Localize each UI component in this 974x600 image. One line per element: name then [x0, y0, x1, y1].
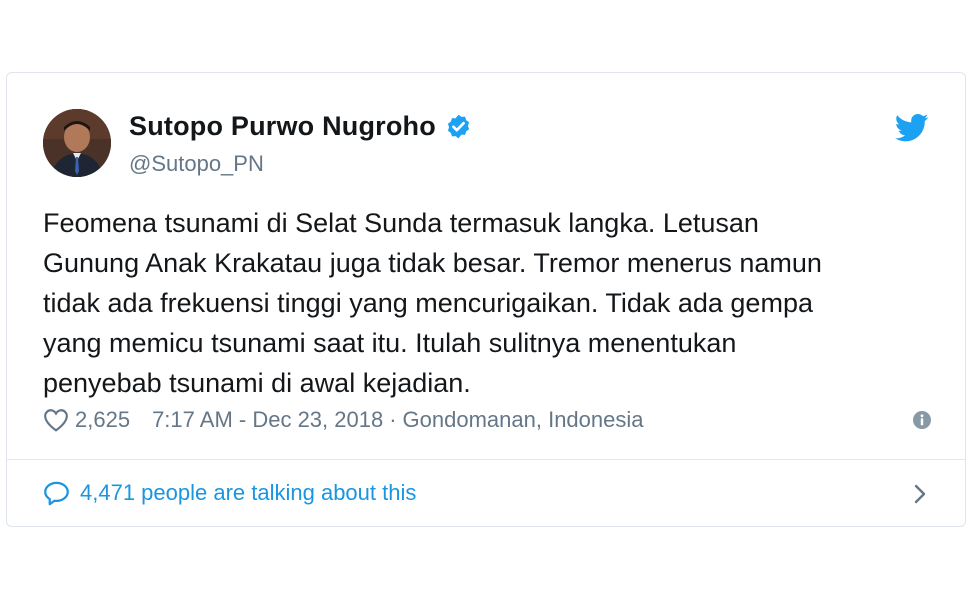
tweet-location[interactable]: Gondomanan, Indonesia [403, 407, 644, 433]
like-count[interactable]: 2,625 [75, 407, 130, 433]
conversation-link[interactable]: 4,471 people are talking about this [43, 459, 933, 526]
meta-separator: · [389, 407, 397, 432]
tweet-text: Feomena tsunami di Selat Sunda termasuk … [43, 208, 822, 398]
verified-badge-icon [447, 114, 470, 139]
tweet-timestamp[interactable]: 7:17 AM - Dec 23, 2018 [152, 407, 383, 433]
reply-bubble-icon [44, 481, 69, 506]
twitter-bird-icon[interactable] [895, 113, 929, 143]
info-icon[interactable] [911, 409, 933, 431]
display-name[interactable]: Sutopo Purwo Nugroho [129, 111, 436, 142]
author-name-row: Sutopo Purwo Nugroho [129, 111, 472, 142]
heart-icon[interactable] [43, 408, 69, 432]
tweet-meta: 2,625 7:17 AM - Dec 23, 2018 · Gondomana… [43, 405, 933, 435]
tweet-card: Sutopo Purwo Nugroho @Sutopo_PN Feomena … [6, 72, 966, 527]
avatar[interactable] [43, 109, 111, 177]
conversation-count[interactable]: 4,471 people are talking about this [80, 480, 416, 506]
avatar-photo [43, 109, 111, 177]
user-handle[interactable]: @Sutopo_PN [129, 151, 264, 177]
chevron-right-icon[interactable] [913, 483, 927, 505]
